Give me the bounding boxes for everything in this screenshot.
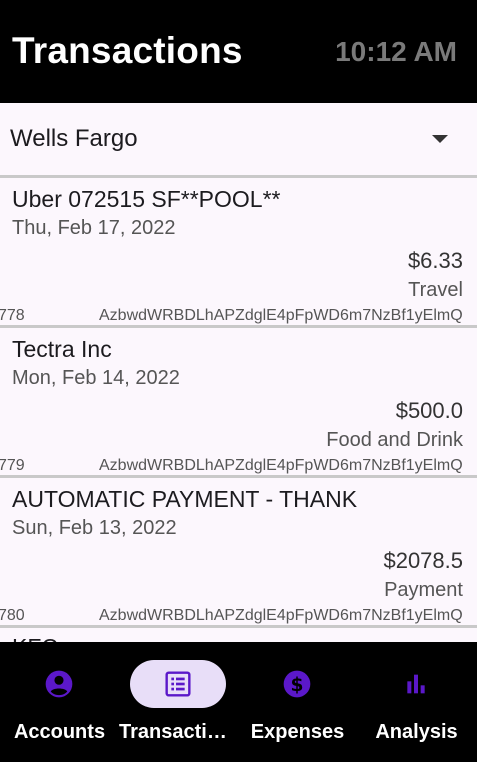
transaction-category: Payment (384, 579, 463, 601)
transaction-category: Food and Drink (326, 429, 463, 451)
svg-text:$: $ (291, 675, 304, 696)
nav-label: Expenses (250, 721, 345, 743)
bottom-navigation: Accounts Transactions $ Expenses Analysi… (0, 642, 477, 762)
nav-label: Transactions (119, 721, 238, 743)
transaction-date: Mon, Feb 14, 2022 (12, 367, 180, 389)
transaction-amount: $500.0 (395, 398, 463, 423)
account-id: AzbwdWRBDLhAPZdglE4pFpWD6m7NzBf1yElmQ (99, 457, 463, 474)
content-area: Wells Fargo Uber 072515 SF**POOL** Thu, … (0, 103, 477, 642)
bar-chart-icon (407, 674, 425, 694)
account-id: AzbwdWRBDLhAPZdglE4pFpWD6m7NzBf1yElmQ (99, 607, 463, 624)
transaction-amount: $2078.5 (383, 548, 463, 573)
transaction-item[interactable]: Tectra Inc Mon, Feb 14, 2022 $500.0 Food… (0, 328, 477, 478)
transaction-category: Travel (408, 279, 463, 301)
transaction-id: 779 (0, 457, 25, 474)
transaction-name: AUTOMATIC PAYMENT - THANK (12, 486, 358, 512)
transaction-amount: $6.33 (407, 248, 463, 273)
app-header: Transactions 10:12 AM (0, 0, 477, 103)
account-circle-icon (45, 670, 73, 698)
nav-expenses[interactable]: $ Expenses (238, 642, 357, 762)
dollar-circle-icon: $ (283, 670, 311, 698)
nav-label: Analysis (375, 721, 458, 743)
dropdown-caret-icon[interactable] (432, 135, 448, 143)
nav-analysis[interactable]: Analysis (357, 642, 476, 762)
clock: 10:12 AM (335, 36, 457, 67)
bank-dropdown-value: Wells Fargo (10, 125, 138, 152)
page-title: Transactions (12, 30, 243, 71)
nav-transactions[interactable]: Transactions (119, 642, 238, 762)
transaction-date: Thu, Feb 17, 2022 (12, 217, 176, 239)
transaction-item[interactable]: AUTOMATIC PAYMENT - THANK Sun, Feb 13, 2… (0, 478, 477, 628)
bank-dropdown[interactable]: Wells Fargo (0, 103, 477, 178)
account-id: AzbwdWRBDLhAPZdglE4pFpWD6m7NzBf1yElmQ (99, 307, 463, 324)
transaction-list[interactable]: Uber 072515 SF**POOL** Thu, Feb 17, 2022… (0, 178, 477, 642)
nav-accounts[interactable]: Accounts (0, 642, 119, 762)
transaction-id: 780 (0, 607, 25, 624)
transaction-name: Uber 072515 SF**POOL** (12, 186, 281, 212)
transaction-item[interactable]: KFC (0, 628, 477, 642)
transaction-name: KFC (12, 634, 58, 642)
transaction-date: Sun, Feb 13, 2022 (12, 517, 177, 539)
transaction-name: Tectra Inc (12, 336, 112, 362)
receipt-list-icon (165, 671, 191, 697)
transaction-item[interactable]: Uber 072515 SF**POOL** Thu, Feb 17, 2022… (0, 178, 477, 328)
nav-label: Accounts (13, 721, 106, 743)
transaction-id: 778 (0, 307, 25, 324)
